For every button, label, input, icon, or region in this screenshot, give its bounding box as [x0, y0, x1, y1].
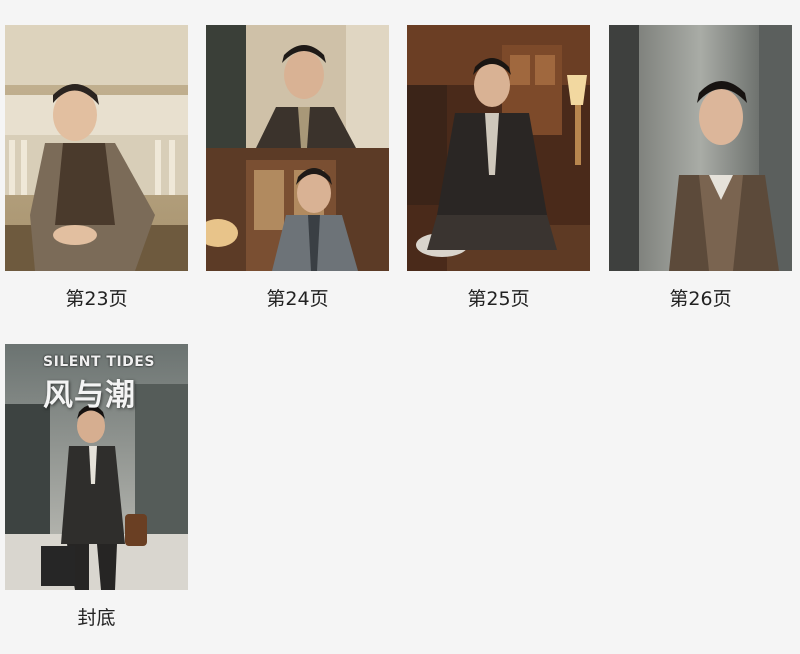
page-26-caption: 第26页	[669, 288, 732, 310]
page-card-23[interactable]: 第23页	[5, 25, 188, 311]
back-cover-thumbnail[interactable]: SILENT TIDES 风与潮	[5, 344, 188, 590]
page-thumbnail-grid: 第23页 第24页 第25页 第26页 SILENT TIDES 风与潮 封底	[0, 0, 800, 654]
page-23-caption: 第23页	[65, 288, 128, 310]
page-card-26[interactable]: 第26页	[609, 25, 792, 311]
page-card-25[interactable]: 第25页	[407, 25, 590, 311]
page-25-thumbnail[interactable]	[407, 25, 590, 271]
page-25-caption: 第25页	[467, 288, 530, 310]
back-cover-caption: 封底	[77, 607, 116, 629]
page-card-24[interactable]: 第24页	[206, 25, 389, 311]
poster-title-english: SILENT TIDES	[43, 354, 155, 370]
back-cover-card[interactable]: SILENT TIDES 风与潮 封底	[5, 344, 188, 630]
page-23-thumbnail[interactable]	[5, 25, 188, 271]
page-24-caption: 第24页	[266, 288, 329, 310]
poster-title-chinese: 风与潮	[43, 378, 136, 413]
page-24-thumbnail[interactable]	[206, 25, 389, 271]
page-26-thumbnail[interactable]	[609, 25, 792, 271]
